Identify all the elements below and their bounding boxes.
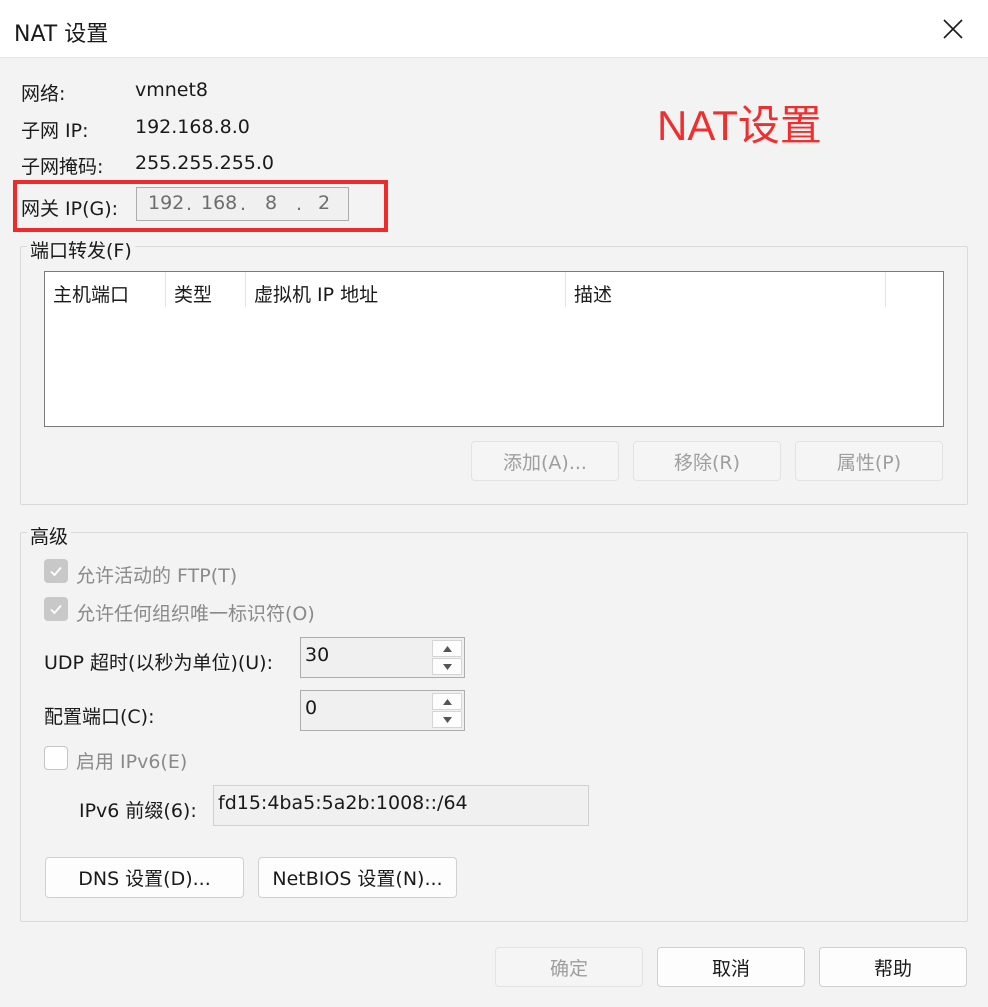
column-header-host-port[interactable]: 主机端口	[45, 272, 166, 307]
port-forwarding-title: 端口转发(F)	[27, 236, 135, 263]
gateway-label: 网关 IP(G):	[21, 198, 119, 220]
gateway-dot: .	[240, 193, 247, 215]
udp-timeout-value[interactable]: 30	[305, 644, 329, 666]
allow-ftp-checkbox[interactable]	[44, 559, 68, 583]
ok-button[interactable]: 确定	[495, 947, 643, 987]
gateway-octet-1[interactable]: 192	[148, 192, 184, 214]
allow-oui-label: 允许任何组织唯一标识符(O)	[76, 603, 315, 625]
column-header-type[interactable]: 类型	[166, 272, 246, 307]
udp-timeout-label: UDP 超时(以秒为单位)(U):	[44, 652, 273, 674]
config-port-value[interactable]: 0	[305, 697, 317, 719]
close-button[interactable]	[918, 0, 988, 58]
add-button[interactable]: 添加(A)...	[471, 441, 619, 481]
gateway-dot: .	[186, 193, 193, 215]
remove-button[interactable]: 移除(R)	[633, 441, 781, 481]
gateway-octet-4[interactable]: 2	[318, 192, 330, 214]
subnet-mask-value: 255.255.255.0	[135, 152, 275, 174]
udp-timeout-up-button[interactable]	[432, 640, 462, 657]
subnet-ip-label: 子网 IP:	[21, 120, 89, 142]
network-label: 网络:	[21, 83, 66, 105]
chevron-down-icon	[443, 664, 452, 670]
udp-timeout-spinner[interactable]: 30	[300, 637, 465, 678]
ipv6-prefix-value[interactable]: fd15:4ba5:5a2b:1008::/64	[218, 792, 468, 814]
netbios-settings-button[interactable]: NetBIOS 设置(N)...	[258, 857, 457, 898]
config-port-label: 配置端口(C):	[44, 706, 155, 728]
subnet-ip-value: 192.168.8.0	[135, 116, 250, 138]
gateway-dot: .	[296, 193, 303, 215]
gateway-octet-3[interactable]: 8	[265, 192, 277, 214]
annotation-text: NAT设置	[657, 102, 822, 149]
dns-settings-button[interactable]: DNS 设置(D)...	[45, 857, 244, 898]
ipv6-prefix-label: IPv6 前缀(6):	[79, 800, 197, 822]
subnet-mask-label: 子网掩码:	[21, 156, 104, 178]
allow-oui-checkbox[interactable]	[44, 597, 68, 621]
advanced-title: 高级	[27, 522, 72, 549]
cancel-button[interactable]: 取消	[657, 947, 805, 987]
enable-ipv6-label: 启用 IPv6(E)	[76, 751, 188, 773]
checkmark-icon	[50, 604, 62, 615]
column-header-vm-ip[interactable]: 虚拟机 IP 地址	[246, 272, 566, 307]
chevron-up-icon	[443, 699, 452, 705]
config-port-down-button[interactable]	[432, 711, 462, 728]
udp-timeout-down-button[interactable]	[432, 658, 462, 675]
window-title: NAT 设置	[14, 22, 109, 47]
gateway-ip-field[interactable]: 192 . 168 . 8 . 2	[136, 187, 349, 221]
enable-ipv6-checkbox[interactable]	[44, 746, 68, 770]
help-button[interactable]: 帮助	[819, 947, 967, 987]
close-icon	[943, 19, 963, 39]
column-header-description[interactable]: 描述	[566, 272, 886, 307]
config-port-up-button[interactable]	[432, 693, 462, 710]
chevron-down-icon	[443, 717, 452, 723]
checkmark-icon	[50, 566, 62, 577]
title-bar: NAT 设置	[0, 0, 988, 58]
allow-ftp-label: 允许活动的 FTP(T)	[76, 565, 238, 587]
config-port-spinner[interactable]: 0	[300, 690, 465, 731]
network-value: vmnet8	[135, 79, 209, 101]
port-forwarding-list[interactable]: 主机端口 类型 虚拟机 IP 地址 描述	[44, 271, 944, 427]
gateway-octet-2[interactable]: 168	[201, 192, 237, 214]
properties-button[interactable]: 属性(P)	[795, 441, 943, 481]
chevron-up-icon	[443, 646, 452, 652]
ipv6-prefix-field[interactable]: fd15:4ba5:5a2b:1008::/64	[213, 785, 589, 826]
